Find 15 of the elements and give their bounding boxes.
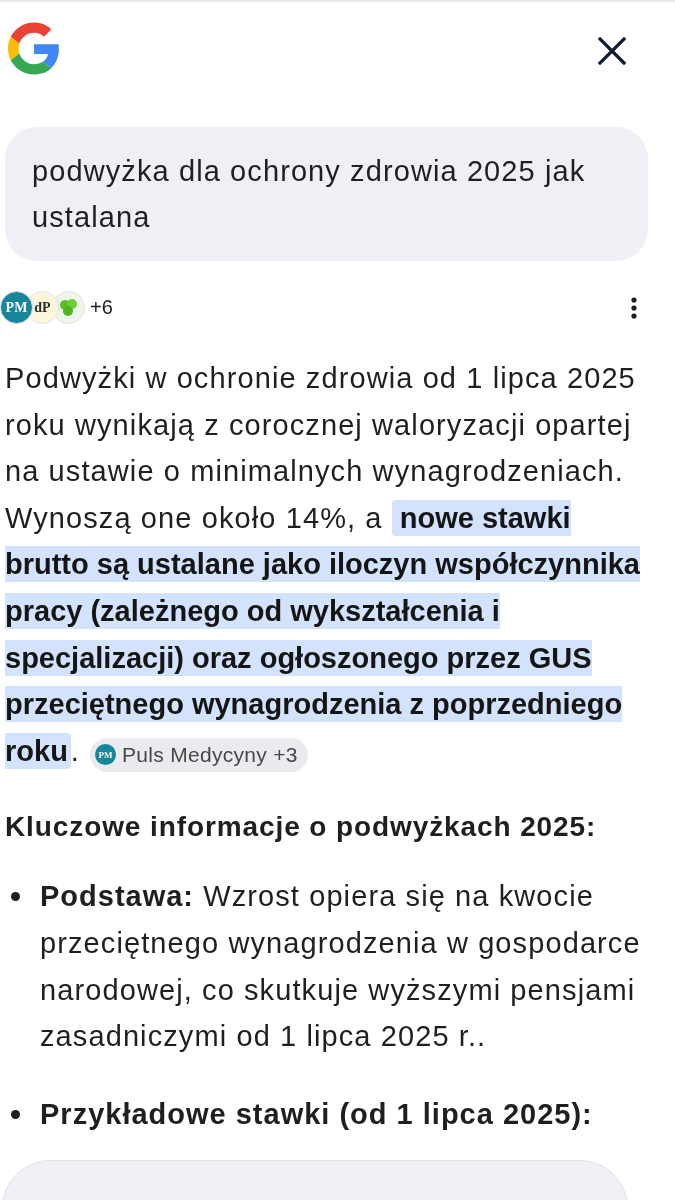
more-options-button[interactable] xyxy=(629,294,639,321)
section-heading: Kluczowe informacje o podwyżkach 2025: xyxy=(5,810,598,845)
bullet-icon xyxy=(11,1109,20,1119)
close-button[interactable] xyxy=(597,35,627,66)
source-chip[interactable]: PM Puls Medycyny +3 xyxy=(90,737,308,772)
bullet-text: Przykładowe stawki (od 1 lipca 2025): xyxy=(40,1096,594,1132)
more-options-icon xyxy=(631,296,637,319)
close-icon xyxy=(598,36,626,65)
g-logo-icon xyxy=(8,22,60,75)
source-logo: PM xyxy=(95,744,116,766)
more-sources-count: +6 xyxy=(90,296,113,319)
search-query: podwyżka dla ochrony zdrowia 2025 jak ustalana xyxy=(5,127,648,261)
bullet-icon xyxy=(11,892,20,902)
bullet-text: Podstawa: Wzrost opiera się na kwocie przeciętnego wynagrodzenia w gospodarce narodowej, co skutkuje wyższymi pensjami zasadniczymi od 1 lipca 2025 r.. xyxy=(40,879,642,1055)
source-logo: PM xyxy=(0,291,33,324)
